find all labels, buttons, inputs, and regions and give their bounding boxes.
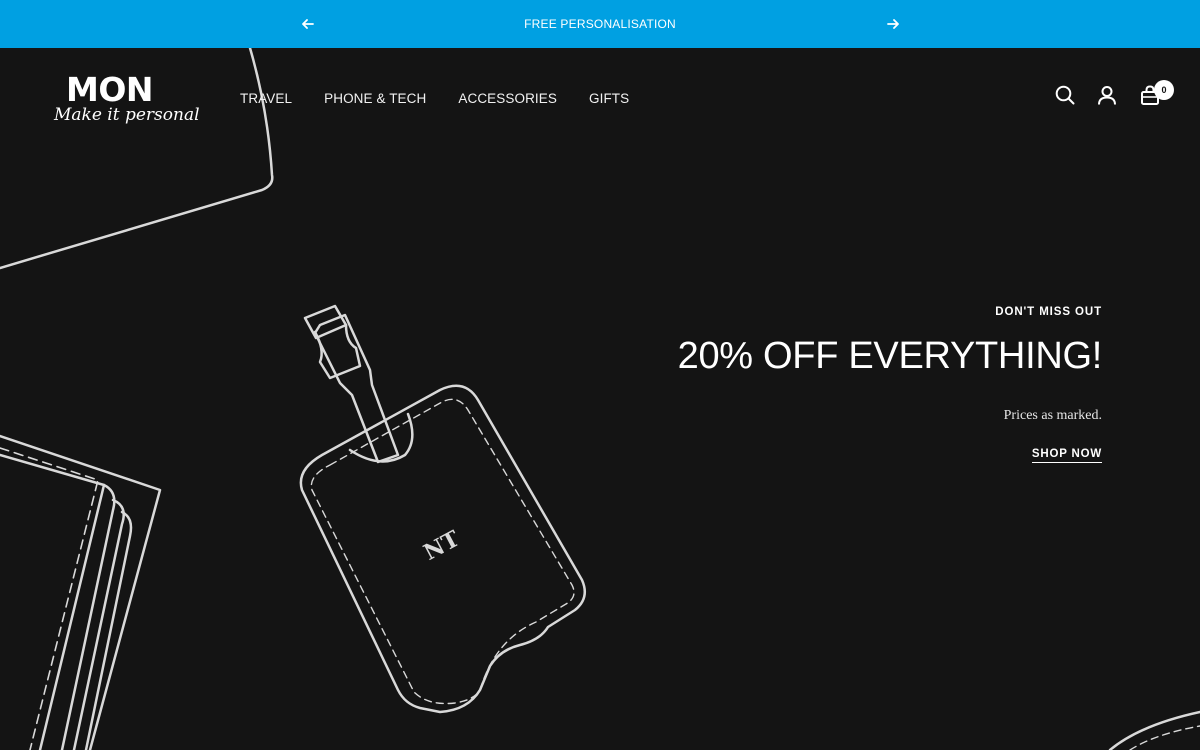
nav-item-accessories[interactable]: ACCESSORIES [458, 91, 557, 106]
cart-count-badge: 0 [1154, 80, 1174, 100]
nav-item-travel[interactable]: TRAVEL [240, 91, 292, 106]
nav-item-gifts[interactable]: GIFTS [589, 91, 629, 106]
logo-tagline: Make it personal [54, 105, 200, 125]
arrow-right-icon[interactable] [883, 14, 903, 34]
account-icon[interactable] [1096, 84, 1120, 108]
nav-item-phone-tech[interactable]: PHONE & TECH [324, 91, 426, 106]
announcement-bar: FREE PERSONALISATION [0, 0, 1200, 48]
main-nav: TRAVEL PHONE & TECH ACCESSORIES GIFTS [240, 91, 629, 106]
promo-headline: 20% OFF EVERYTHING! [677, 335, 1103, 377]
promo-block: DON'T MISS OUT 20% OFF EVERYTHING! Price… [622, 306, 1102, 463]
tag-monogram: NT [420, 525, 465, 565]
promo-subtext: Prices as marked. [1003, 407, 1102, 423]
search-icon[interactable] [1054, 84, 1078, 108]
announcement-message[interactable]: FREE PERSONALISATION [0, 17, 1200, 31]
promo-eyebrow: DON'T MISS OUT [995, 306, 1102, 318]
logo[interactable]: MON Make it personal [54, 70, 200, 132]
logo-wordmark: MON [66, 70, 154, 109]
header-icons: 0 [1054, 80, 1184, 114]
shop-now-link[interactable]: SHOP NOW [1031, 448, 1102, 463]
